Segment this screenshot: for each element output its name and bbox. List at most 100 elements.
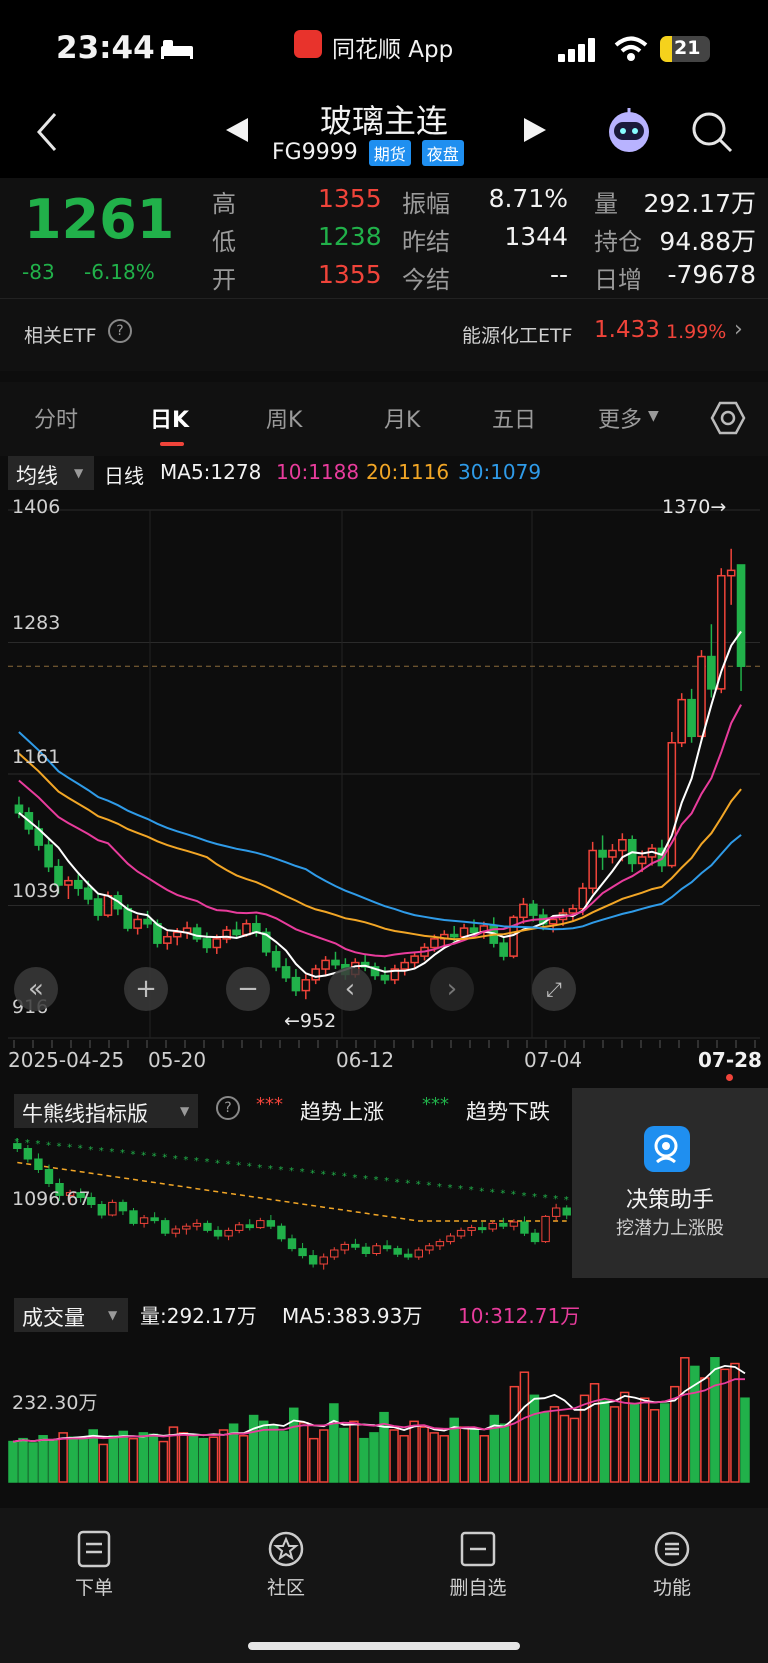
- tab-five-day[interactable]: 五日: [492, 402, 536, 434]
- volume-bar: [529, 1394, 540, 1483]
- y-tick-1039: 1039: [12, 880, 61, 902]
- decision-assistant-icon: [644, 1126, 690, 1172]
- x-label-0728: 07-28: [698, 1048, 762, 1072]
- trend-down-dot: *: [437, 1182, 442, 1193]
- volume-bar: [208, 1436, 219, 1483]
- volume-bar: [268, 1424, 279, 1483]
- y-tick-1283: 1283: [12, 612, 61, 634]
- trend-down-dot: *: [67, 1143, 72, 1154]
- volume-bar: [38, 1435, 48, 1483]
- indicator-candle: [541, 1215, 550, 1243]
- trend-down-dot: *: [289, 1166, 294, 1177]
- volume-bar: [720, 1368, 730, 1483]
- tab-daily-k[interactable]: 日K: [150, 402, 189, 434]
- candle-body: [281, 966, 291, 979]
- remove-watchlist-icon: [460, 1531, 496, 1567]
- nav-functions[interactable]: 功能: [622, 1530, 722, 1600]
- battery-level: 21: [674, 37, 701, 59]
- tab-weekly-k[interactable]: 周K: [266, 402, 302, 434]
- nav-remove-watchlist[interactable]: 删自选: [428, 1530, 528, 1600]
- decision-assistant-card[interactable]: 决策助手 挖潜力上涨股: [572, 1088, 768, 1278]
- help-icon[interactable]: ?: [108, 319, 132, 343]
- fullscreen-button[interactable]: ⤢: [532, 967, 576, 1011]
- volume-ma5-label: MA5:383.93万: [282, 1304, 423, 1328]
- collapse-left-button[interactable]: «: [14, 967, 58, 1011]
- nav-functions-label: 功能: [652, 1577, 691, 1599]
- volume-panel: 成交量 ▼ 量:292.17万 MA5:383.93万 10:312.71万 2…: [0, 1292, 768, 1492]
- tab-intraday[interactable]: 分时: [34, 402, 78, 434]
- candle-body: [519, 903, 528, 919]
- volume-bar: [78, 1437, 88, 1483]
- chart-settings-icon[interactable]: [710, 400, 746, 440]
- trend-down-dot: *: [500, 1189, 505, 1200]
- volume-bar: [609, 1406, 620, 1483]
- value-prev-settle: 1344: [504, 222, 568, 251]
- search-icon[interactable]: [690, 110, 734, 158]
- indicator-candle: [161, 1220, 170, 1234]
- y-tick-1161: 1161: [12, 746, 61, 768]
- volume-bar: [339, 1427, 349, 1483]
- trend-down-dot: *: [183, 1155, 188, 1166]
- kline-chart[interactable]: [0, 490, 768, 1084]
- x-label-start: 2025-04-25: [8, 1048, 125, 1072]
- scroll-left-button[interactable]: ‹: [328, 967, 372, 1011]
- etf-pct: 1.99%: [666, 321, 727, 343]
- volume-bar: [599, 1400, 610, 1483]
- indicator-selector[interactable]: 牛熊线指标版 ▼: [14, 1094, 198, 1128]
- volume-bar: [248, 1414, 259, 1483]
- indicator-candle: [520, 1221, 529, 1234]
- zoom-out-button[interactable]: −: [226, 967, 270, 1011]
- indicator-candle: [435, 1241, 445, 1247]
- promo-subtitle: 挖潜力上涨股: [616, 1218, 724, 1239]
- candle-body: [529, 903, 538, 916]
- volume-ma10-label: 10:312.71万: [458, 1304, 581, 1328]
- tab-monthly-k[interactable]: 月K: [384, 402, 420, 434]
- help-icon[interactable]: ?: [216, 1096, 240, 1120]
- next-contract-icon[interactable]: [524, 118, 546, 146]
- scroll-right-button[interactable]: ›: [430, 967, 474, 1011]
- zoom-in-button[interactable]: +: [124, 967, 168, 1011]
- robot-assistant-icon[interactable]: [604, 106, 654, 160]
- candle-body: [44, 844, 53, 868]
- trend-down-dot: *: [99, 1146, 104, 1157]
- volume-bar: [649, 1409, 660, 1483]
- volume-bar: [740, 1397, 750, 1483]
- label-low: 低: [212, 228, 236, 256]
- ma-selector[interactable]: 均线 ▼: [8, 456, 94, 490]
- candle-body: [192, 927, 202, 940]
- indicator-title: 牛熊线指标版: [22, 1102, 148, 1126]
- volume-bar: [589, 1383, 600, 1483]
- indicator-candle: [171, 1228, 180, 1234]
- tab-more[interactable]: 更多: [598, 402, 642, 434]
- document-icon: [77, 1530, 111, 1568]
- volume-bar: [419, 1426, 429, 1483]
- volume-selector[interactable]: 成交量 ▼: [14, 1298, 128, 1332]
- candle-body: [103, 895, 113, 916]
- ma30-label: 30:1079: [458, 460, 542, 484]
- volume-bar: [138, 1432, 149, 1483]
- nav-community[interactable]: 社区: [236, 1530, 336, 1600]
- indicator-candle: [446, 1235, 455, 1243]
- volume-bar: [499, 1423, 510, 1483]
- candle-body: [588, 849, 597, 889]
- price-change-pct: -6.18%: [84, 260, 155, 284]
- nav-community-label: 社区: [266, 1577, 305, 1599]
- volume-bar: [158, 1440, 169, 1483]
- trend-down-dot: *: [405, 1178, 410, 1189]
- candle-body: [608, 849, 617, 858]
- indicator-candle: [467, 1227, 476, 1231]
- trend-down-dot: *: [257, 1163, 262, 1174]
- x-label-0612: 06-12: [336, 1048, 395, 1072]
- related-etf-row[interactable]: 相关ETF ? 能源化工ETF 1.433 1.99% ›: [0, 298, 768, 371]
- ma10-label: 10:1188: [276, 460, 360, 484]
- volume-bar: [309, 1437, 319, 1483]
- nav-order[interactable]: 下单: [44, 1530, 144, 1600]
- indicator-candle: [118, 1201, 128, 1212]
- candle-body: [291, 976, 301, 992]
- indicator-candle: [277, 1225, 286, 1240]
- volume-bar: [439, 1435, 449, 1483]
- indicator-candle: [551, 1207, 561, 1217]
- candle-body: [212, 938, 222, 949]
- trend-down-dot: *: [447, 1183, 452, 1194]
- legend-trend-down: 趋势下跌: [466, 1100, 550, 1124]
